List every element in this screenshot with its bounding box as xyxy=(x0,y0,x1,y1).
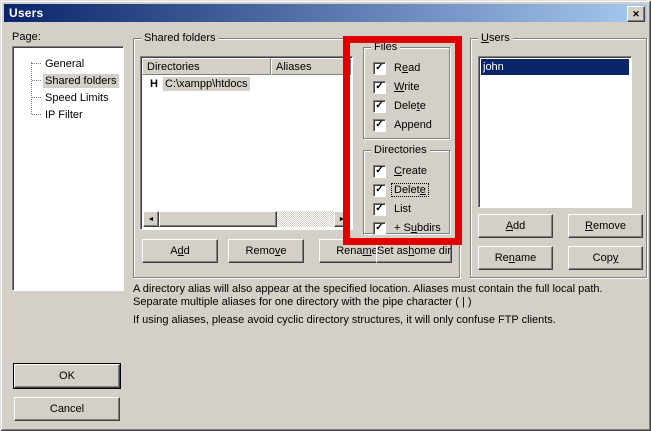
column-header-directories[interactable]: Directories xyxy=(142,58,271,75)
user-remove-button[interactable]: Remove xyxy=(568,214,643,238)
shared-folders-group-label: Shared folders xyxy=(141,32,219,44)
write-checkbox[interactable]: ✓ xyxy=(373,81,386,94)
users-dialog: Users ✕ Page: General Shared folders Spe… xyxy=(0,0,651,431)
directory-row[interactable]: H C:\xampp\htdocs xyxy=(143,76,350,92)
read-checkbox[interactable]: ✓ xyxy=(373,62,386,75)
cancel-button[interactable]: Cancel xyxy=(14,397,120,421)
create-checkbox[interactable]: ✓ xyxy=(373,165,386,178)
user-add-button[interactable]: Add xyxy=(478,214,553,238)
ok-button[interactable]: OK xyxy=(14,364,120,388)
list-checkbox-row[interactable]: ✓ List xyxy=(373,202,413,216)
alias-note-1: A directory alias will also appear at th… xyxy=(133,283,641,309)
page-item-speed-limits[interactable]: Speed Limits xyxy=(13,89,111,106)
users-group-label: Users xyxy=(478,32,513,44)
delete-file-checkbox-row[interactable]: ✓ Delete xyxy=(373,99,428,113)
page-item-shared-folders[interactable]: Shared folders xyxy=(13,72,119,89)
folder-add-button[interactable]: Add xyxy=(142,239,218,263)
titlebar: Users ✕ xyxy=(4,4,647,22)
delete-dir-checkbox[interactable]: ✓ xyxy=(373,184,386,197)
page-tree: General Shared folders Speed Limits IP F… xyxy=(12,46,124,291)
append-checkbox[interactable]: ✓ xyxy=(373,119,386,132)
column-header-aliases[interactable]: Aliases xyxy=(271,58,351,75)
delete-file-checkbox[interactable]: ✓ xyxy=(373,100,386,113)
user-item-john[interactable]: john xyxy=(481,59,629,75)
folder-remove-button[interactable]: Remove xyxy=(228,239,304,263)
home-flag: H xyxy=(143,78,163,90)
scroll-right-icon[interactable]: ► xyxy=(334,211,350,227)
create-checkbox-row[interactable]: ✓ Create xyxy=(373,164,429,178)
page-item-general[interactable]: General xyxy=(13,55,86,72)
directories-group-label: Directories xyxy=(371,144,430,156)
files-group-label: Files xyxy=(371,41,400,53)
horizontal-scrollbar[interactable]: ◄ ► xyxy=(143,211,350,227)
write-checkbox-row[interactable]: ✓ Write xyxy=(373,80,421,94)
scroll-left-icon[interactable]: ◄ xyxy=(143,211,159,227)
alias-notes: A directory alias will also appear at th… xyxy=(133,283,641,332)
page-label: Page: xyxy=(12,31,41,43)
subdirs-checkbox-row[interactable]: ✓ + Subdirs xyxy=(373,221,443,235)
subdirs-checkbox[interactable]: ✓ xyxy=(373,222,386,235)
directory-path: C:\xampp\htdocs xyxy=(163,77,250,91)
scroll-thumb[interactable] xyxy=(159,211,277,227)
list-checkbox[interactable]: ✓ xyxy=(373,203,386,216)
alias-note-2: If using aliases, please avoid cyclic di… xyxy=(133,314,641,327)
append-checkbox-row[interactable]: ✓ Append xyxy=(373,118,434,132)
files-permissions-group: Files ✓ Read ✓ Write ✓ Delete ✓ Append xyxy=(363,47,450,139)
directories-permissions-group: Directories ✓ Create ✓ Delete ✓ List ✓ +… xyxy=(363,150,450,234)
user-copy-button[interactable]: Copy xyxy=(568,246,643,270)
read-checkbox-row[interactable]: ✓ Read xyxy=(373,61,422,75)
page-item-ip-filter[interactable]: IP Filter xyxy=(13,106,85,123)
list-header: Directories Aliases xyxy=(142,58,351,75)
set-as-home-dir-button[interactable]: Set as home dir xyxy=(376,239,452,263)
user-rename-button[interactable]: Rename xyxy=(478,246,553,270)
window-title: Users xyxy=(4,6,43,20)
users-list[interactable]: john xyxy=(478,56,632,208)
directories-list: Directories Aliases H C:\xampp\htdocs ◄ … xyxy=(140,56,353,230)
delete-dir-checkbox-row[interactable]: ✓ Delete xyxy=(373,183,428,197)
close-icon[interactable]: ✕ xyxy=(627,6,645,22)
users-group: Users john Add Remove Rename Copy xyxy=(470,38,647,278)
scroll-track[interactable] xyxy=(277,211,334,227)
